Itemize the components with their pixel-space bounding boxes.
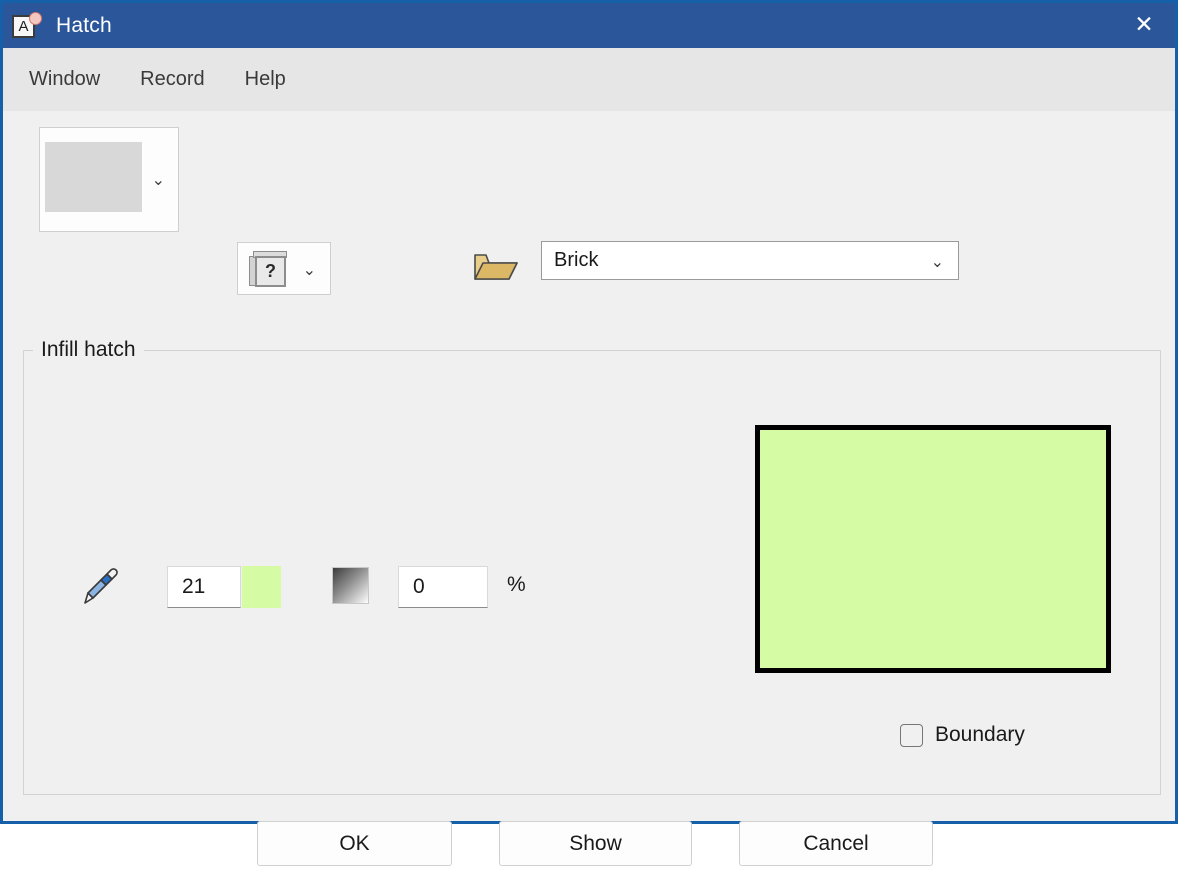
- boundary-checkbox-row[interactable]: Boundary: [900, 723, 1025, 747]
- menu-window[interactable]: Window: [29, 68, 100, 91]
- infill-hatch-legend: Infill hatch: [33, 338, 144, 362]
- book-face: ?: [255, 256, 286, 287]
- menu-bar: Window Record Help: [3, 48, 1175, 111]
- dialog-body: ⌄ ? ⌄ Brick ⌄ Infill hatch 21 0 % Bounda…: [3, 111, 1175, 866]
- pattern-name-combo[interactable]: Brick ⌄: [541, 241, 959, 280]
- hatch-preview: [755, 425, 1111, 673]
- chevron-down-icon: ⌄: [151, 170, 165, 189]
- chevron-down-icon: ⌄: [930, 252, 944, 271]
- chevron-down-icon: ⌄: [302, 260, 316, 279]
- line-number-input[interactable]: 21: [167, 566, 241, 608]
- title-bar: A Hatch ✕: [3, 3, 1175, 48]
- ok-button[interactable]: OK: [257, 821, 452, 866]
- gradient-swatch[interactable]: [332, 567, 369, 604]
- pattern-preview-dropdown[interactable]: ⌄: [39, 127, 179, 232]
- pencil-icon[interactable]: [81, 563, 123, 607]
- help-book-dropdown[interactable]: ? ⌄: [237, 242, 331, 295]
- app-icon: A: [12, 11, 42, 40]
- cancel-button[interactable]: Cancel: [739, 821, 933, 866]
- show-button[interactable]: Show: [499, 821, 692, 866]
- footer-buttons: OK Show Cancel: [3, 821, 1175, 881]
- boundary-checkbox[interactable]: [900, 723, 923, 747]
- close-icon[interactable]: ✕: [1113, 3, 1175, 48]
- menu-help[interactable]: Help: [245, 68, 286, 91]
- pattern-swatch: [45, 142, 142, 212]
- open-folder-icon[interactable]: [474, 251, 518, 283]
- boundary-checkbox-label: Boundary: [935, 723, 1025, 746]
- menu-record[interactable]: Record: [140, 68, 204, 91]
- percent-label: %: [507, 573, 526, 596]
- window-title: Hatch: [56, 13, 112, 37]
- app-icon-badge: [29, 11, 42, 25]
- color-swatch[interactable]: [242, 566, 281, 608]
- toolbar-row: ⌄ ? ⌄ Brick ⌄: [3, 111, 1175, 295]
- hatch-dialog-window: A Hatch ✕ Window Record Help ⌄ ? ⌄ Brick…: [0, 0, 1178, 866]
- pattern-name-value: Brick: [554, 249, 599, 271]
- help-book-icon: ?: [249, 251, 291, 289]
- percent-input[interactable]: 0: [398, 566, 488, 608]
